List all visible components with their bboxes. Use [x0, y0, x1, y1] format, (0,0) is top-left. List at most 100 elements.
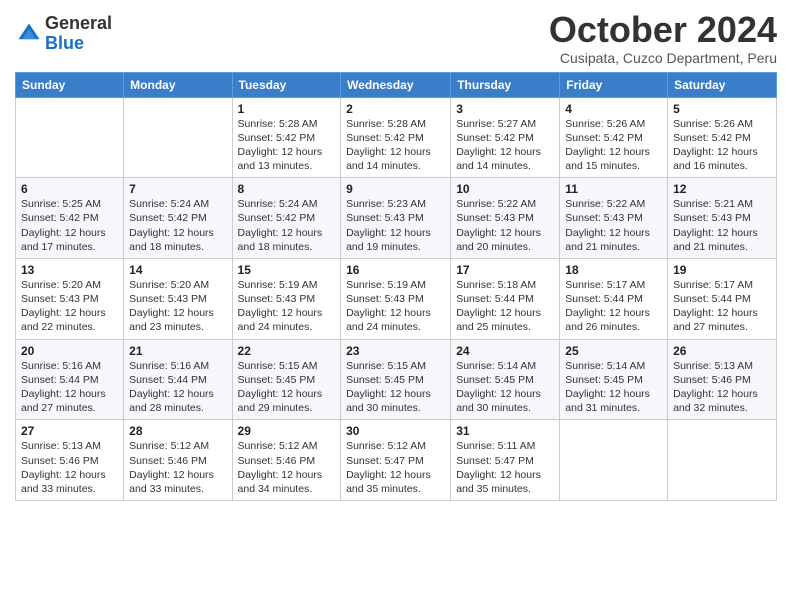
logo: General Blue [15, 14, 112, 54]
day-number: 23 [346, 344, 445, 358]
day-info: Sunrise: 5:20 AMSunset: 5:43 PMDaylight:… [129, 278, 226, 335]
day-info: Sunrise: 5:17 AMSunset: 5:44 PMDaylight:… [673, 278, 771, 335]
day-number: 12 [673, 182, 771, 196]
calendar-week-5: 27Sunrise: 5:13 AMSunset: 5:46 PMDayligh… [16, 420, 777, 501]
day-info: Sunrise: 5:28 AMSunset: 5:42 PMDaylight:… [346, 117, 445, 174]
table-row: 8Sunrise: 5:24 AMSunset: 5:42 PMDaylight… [232, 178, 341, 259]
day-number: 28 [129, 424, 226, 438]
day-number: 17 [456, 263, 554, 277]
day-info: Sunrise: 5:16 AMSunset: 5:44 PMDaylight:… [21, 359, 118, 416]
day-info: Sunrise: 5:14 AMSunset: 5:45 PMDaylight:… [565, 359, 662, 416]
day-info: Sunrise: 5:27 AMSunset: 5:42 PMDaylight:… [456, 117, 554, 174]
day-number: 11 [565, 182, 662, 196]
table-row: 18Sunrise: 5:17 AMSunset: 5:44 PMDayligh… [560, 258, 668, 339]
day-info: Sunrise: 5:20 AMSunset: 5:43 PMDaylight:… [21, 278, 118, 335]
day-info: Sunrise: 5:19 AMSunset: 5:43 PMDaylight:… [238, 278, 336, 335]
day-number: 8 [238, 182, 336, 196]
day-info: Sunrise: 5:24 AMSunset: 5:42 PMDaylight:… [129, 197, 226, 254]
logo-text: General Blue [45, 14, 112, 54]
day-number: 14 [129, 263, 226, 277]
day-number: 27 [21, 424, 118, 438]
day-info: Sunrise: 5:12 AMSunset: 5:46 PMDaylight:… [129, 439, 226, 496]
day-number: 19 [673, 263, 771, 277]
day-info: Sunrise: 5:15 AMSunset: 5:45 PMDaylight:… [238, 359, 336, 416]
table-row: 15Sunrise: 5:19 AMSunset: 5:43 PMDayligh… [232, 258, 341, 339]
table-row [560, 420, 668, 501]
table-row: 7Sunrise: 5:24 AMSunset: 5:42 PMDaylight… [124, 178, 232, 259]
table-row: 21Sunrise: 5:16 AMSunset: 5:44 PMDayligh… [124, 339, 232, 420]
day-number: 13 [21, 263, 118, 277]
table-row: 24Sunrise: 5:14 AMSunset: 5:45 PMDayligh… [451, 339, 560, 420]
day-number: 25 [565, 344, 662, 358]
col-sunday: Sunday [16, 72, 124, 97]
table-row: 23Sunrise: 5:15 AMSunset: 5:45 PMDayligh… [341, 339, 451, 420]
title-block: October 2024 Cusipata, Cuzco Department,… [549, 10, 777, 66]
col-monday: Monday [124, 72, 232, 97]
day-info: Sunrise: 5:25 AMSunset: 5:42 PMDaylight:… [21, 197, 118, 254]
day-info: Sunrise: 5:23 AMSunset: 5:43 PMDaylight:… [346, 197, 445, 254]
day-info: Sunrise: 5:24 AMSunset: 5:42 PMDaylight:… [238, 197, 336, 254]
logo-general: General [45, 14, 112, 34]
logo-icon [15, 20, 43, 48]
table-row: 26Sunrise: 5:13 AMSunset: 5:46 PMDayligh… [668, 339, 777, 420]
day-number: 29 [238, 424, 336, 438]
table-row [16, 97, 124, 178]
col-saturday: Saturday [668, 72, 777, 97]
table-row: 31Sunrise: 5:11 AMSunset: 5:47 PMDayligh… [451, 420, 560, 501]
table-row: 27Sunrise: 5:13 AMSunset: 5:46 PMDayligh… [16, 420, 124, 501]
day-number: 3 [456, 102, 554, 116]
day-info: Sunrise: 5:26 AMSunset: 5:42 PMDaylight:… [565, 117, 662, 174]
col-friday: Friday [560, 72, 668, 97]
table-row: 2Sunrise: 5:28 AMSunset: 5:42 PMDaylight… [341, 97, 451, 178]
day-number: 22 [238, 344, 336, 358]
day-info: Sunrise: 5:12 AMSunset: 5:46 PMDaylight:… [238, 439, 336, 496]
table-row: 10Sunrise: 5:22 AMSunset: 5:43 PMDayligh… [451, 178, 560, 259]
month-title: October 2024 [549, 10, 777, 50]
calendar-week-1: 1Sunrise: 5:28 AMSunset: 5:42 PMDaylight… [16, 97, 777, 178]
day-info: Sunrise: 5:28 AMSunset: 5:42 PMDaylight:… [238, 117, 336, 174]
table-row [668, 420, 777, 501]
day-number: 5 [673, 102, 771, 116]
calendar-week-3: 13Sunrise: 5:20 AMSunset: 5:43 PMDayligh… [16, 258, 777, 339]
table-row: 5Sunrise: 5:26 AMSunset: 5:42 PMDaylight… [668, 97, 777, 178]
day-info: Sunrise: 5:12 AMSunset: 5:47 PMDaylight:… [346, 439, 445, 496]
day-number: 4 [565, 102, 662, 116]
day-info: Sunrise: 5:14 AMSunset: 5:45 PMDaylight:… [456, 359, 554, 416]
day-info: Sunrise: 5:26 AMSunset: 5:42 PMDaylight:… [673, 117, 771, 174]
day-number: 1 [238, 102, 336, 116]
day-info: Sunrise: 5:22 AMSunset: 5:43 PMDaylight:… [456, 197, 554, 254]
day-number: 15 [238, 263, 336, 277]
table-row: 14Sunrise: 5:20 AMSunset: 5:43 PMDayligh… [124, 258, 232, 339]
day-number: 21 [129, 344, 226, 358]
day-number: 24 [456, 344, 554, 358]
table-row: 3Sunrise: 5:27 AMSunset: 5:42 PMDaylight… [451, 97, 560, 178]
day-info: Sunrise: 5:18 AMSunset: 5:44 PMDaylight:… [456, 278, 554, 335]
day-number: 18 [565, 263, 662, 277]
day-info: Sunrise: 5:13 AMSunset: 5:46 PMDaylight:… [673, 359, 771, 416]
calendar-week-4: 20Sunrise: 5:16 AMSunset: 5:44 PMDayligh… [16, 339, 777, 420]
table-row: 6Sunrise: 5:25 AMSunset: 5:42 PMDaylight… [16, 178, 124, 259]
day-number: 16 [346, 263, 445, 277]
day-number: 31 [456, 424, 554, 438]
table-row: 16Sunrise: 5:19 AMSunset: 5:43 PMDayligh… [341, 258, 451, 339]
col-thursday: Thursday [451, 72, 560, 97]
day-info: Sunrise: 5:19 AMSunset: 5:43 PMDaylight:… [346, 278, 445, 335]
table-row: 13Sunrise: 5:20 AMSunset: 5:43 PMDayligh… [16, 258, 124, 339]
table-row: 30Sunrise: 5:12 AMSunset: 5:47 PMDayligh… [341, 420, 451, 501]
table-row: 19Sunrise: 5:17 AMSunset: 5:44 PMDayligh… [668, 258, 777, 339]
calendar-header-row: Sunday Monday Tuesday Wednesday Thursday… [16, 72, 777, 97]
day-info: Sunrise: 5:13 AMSunset: 5:46 PMDaylight:… [21, 439, 118, 496]
day-number: 10 [456, 182, 554, 196]
col-tuesday: Tuesday [232, 72, 341, 97]
day-info: Sunrise: 5:11 AMSunset: 5:47 PMDaylight:… [456, 439, 554, 496]
day-info: Sunrise: 5:15 AMSunset: 5:45 PMDaylight:… [346, 359, 445, 416]
table-row [124, 97, 232, 178]
day-number: 7 [129, 182, 226, 196]
table-row: 4Sunrise: 5:26 AMSunset: 5:42 PMDaylight… [560, 97, 668, 178]
col-wednesday: Wednesday [341, 72, 451, 97]
calendar-week-2: 6Sunrise: 5:25 AMSunset: 5:42 PMDaylight… [16, 178, 777, 259]
day-number: 30 [346, 424, 445, 438]
table-row: 9Sunrise: 5:23 AMSunset: 5:43 PMDaylight… [341, 178, 451, 259]
page: General Blue October 2024 Cusipata, Cuzc… [0, 0, 792, 612]
table-row: 20Sunrise: 5:16 AMSunset: 5:44 PMDayligh… [16, 339, 124, 420]
